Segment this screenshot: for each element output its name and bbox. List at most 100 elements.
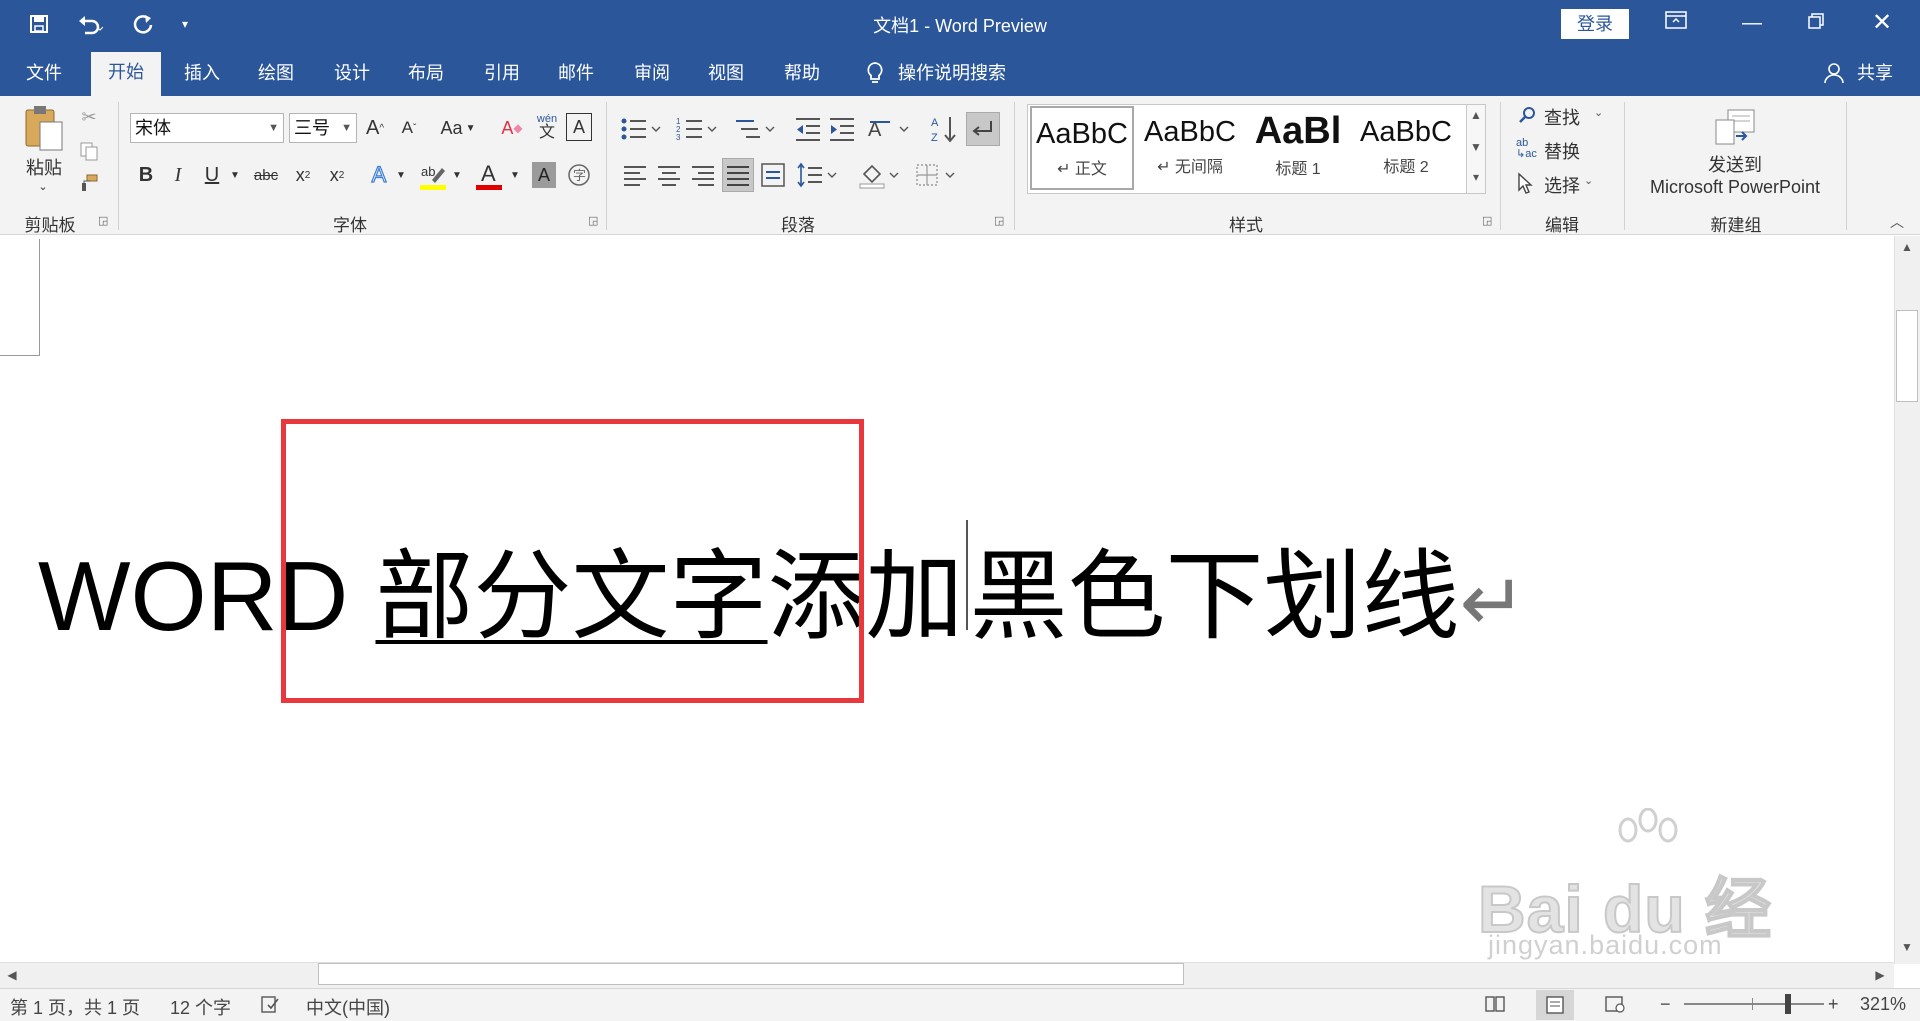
paste-dropdown-icon[interactable]: ⌄: [28, 178, 58, 194]
scroll-down-icon[interactable]: ▼: [1894, 940, 1920, 954]
page-count[interactable]: 第 1 页，共 1 页: [10, 994, 140, 1020]
align-left-icon[interactable]: [622, 160, 648, 190]
format-painter-icon[interactable]: [76, 170, 102, 196]
style-normal[interactable]: AaBbC ↵ 正文: [1030, 106, 1134, 190]
align-right-icon[interactable]: [690, 160, 716, 190]
chevron-down-icon[interactable]: ▼: [228, 160, 242, 190]
multilevel-list-icon[interactable]: [732, 114, 778, 144]
text-effects-icon[interactable]: A: [366, 160, 392, 190]
increase-indent-icon[interactable]: [828, 114, 856, 144]
tab-mailings[interactable]: 邮件: [546, 58, 606, 88]
asian-layout-icon[interactable]: A: [868, 114, 914, 144]
replace-button[interactable]: 替换: [1544, 138, 1580, 164]
scroll-right-icon[interactable]: ▶: [1870, 968, 1890, 982]
underline-icon[interactable]: U: [200, 160, 224, 190]
style-heading-1[interactable]: AaBl 标题 1: [1246, 106, 1350, 190]
phonetic-guide-icon[interactable]: wén 文: [532, 112, 562, 146]
character-border-icon[interactable]: A: [566, 113, 592, 141]
language-indicator[interactable]: 中文(中国): [306, 994, 390, 1020]
tab-home[interactable]: 开始: [91, 52, 161, 96]
styles-launcher-icon[interactable]: ◲: [1482, 214, 1492, 227]
cut-icon[interactable]: ✂: [76, 104, 102, 130]
horizontal-scroll-thumb[interactable]: [318, 963, 1184, 985]
collapse-ribbon-icon[interactable]: ︿: [1890, 212, 1904, 232]
tab-layout[interactable]: 布局: [396, 58, 456, 88]
zoom-level[interactable]: 321%: [1860, 994, 1906, 1015]
line-spacing-icon[interactable]: [796, 160, 842, 190]
restore-icon[interactable]: [1786, 6, 1846, 40]
paragraph-launcher-icon[interactable]: ◲: [994, 214, 1004, 227]
change-case-button[interactable]: Aa ▼: [434, 113, 482, 143]
styles-down-icon[interactable]: ▼: [1466, 140, 1486, 154]
tab-file[interactable]: 文件: [14, 58, 74, 88]
font-launcher-icon[interactable]: ◲: [588, 214, 598, 227]
tab-design[interactable]: 设计: [322, 58, 382, 88]
zoom-slider-thumb[interactable]: [1785, 994, 1791, 1014]
strikethrough-icon[interactable]: abc: [250, 160, 282, 190]
align-center-icon[interactable]: [656, 160, 682, 190]
zoom-slider-track[interactable]: [1684, 1003, 1824, 1005]
clear-formatting-icon[interactable]: A ◆: [498, 113, 526, 143]
distributed-icon[interactable]: [760, 160, 786, 190]
bold-icon[interactable]: B: [134, 160, 158, 190]
show-formatting-marks-icon[interactable]: [966, 112, 1000, 146]
share-button[interactable]: 共享: [1850, 58, 1900, 88]
italic-icon[interactable]: I: [166, 160, 190, 190]
zoom-out-button[interactable]: −: [1660, 994, 1671, 1015]
paste-icon[interactable]: [22, 104, 68, 154]
scroll-up-icon[interactable]: ▲: [1894, 240, 1920, 254]
tab-review[interactable]: 审阅: [622, 58, 682, 88]
ribbon-display-icon[interactable]: [1646, 6, 1706, 40]
bullets-icon[interactable]: [620, 114, 664, 144]
sort-icon[interactable]: AZ: [930, 114, 958, 144]
read-mode-icon[interactable]: [1484, 994, 1508, 1019]
chevron-down-icon[interactable]: ▼: [450, 160, 464, 190]
borders-icon[interactable]: [914, 160, 960, 190]
login-button[interactable]: 登录: [1561, 9, 1629, 39]
styles-up-icon[interactable]: ▲: [1466, 108, 1486, 122]
copy-icon[interactable]: [76, 138, 102, 164]
send-to-powerpoint-icon[interactable]: [1712, 106, 1760, 150]
styles-more-icon[interactable]: ▾: [1466, 170, 1486, 184]
tab-help[interactable]: 帮助: [772, 58, 832, 88]
character-shading-icon[interactable]: A: [532, 162, 556, 188]
enclose-characters-icon[interactable]: 字: [566, 160, 592, 190]
tab-view[interactable]: 视图: [696, 58, 756, 88]
tab-draw[interactable]: 绘图: [246, 58, 306, 88]
vertical-scroll-thumb[interactable]: [1896, 310, 1918, 402]
find-button[interactable]: 查找: [1544, 104, 1580, 130]
select-button[interactable]: 选择: [1544, 172, 1580, 198]
user-icon[interactable]: [1820, 58, 1848, 88]
chevron-down-icon[interactable]: ▼: [508, 160, 522, 190]
close-icon[interactable]: ✕: [1852, 6, 1912, 40]
scroll-left-icon[interactable]: ◀: [2, 968, 22, 982]
grow-font-icon[interactable]: A ^: [362, 113, 388, 143]
chevron-down-icon[interactable]: ⌄: [1584, 174, 1593, 187]
proofing-icon[interactable]: [260, 994, 282, 1019]
style-heading-2[interactable]: AaBbC 标题 2: [1354, 106, 1458, 190]
tell-me-search[interactable]: 操作说明搜索: [898, 58, 1018, 88]
minimize-icon[interactable]: —: [1722, 6, 1782, 40]
style-no-spacing[interactable]: AaBbC ↵ 无间隔: [1138, 106, 1242, 190]
decrease-indent-icon[interactable]: [794, 114, 822, 144]
font-name-combo[interactable]: 宋体 ▼: [130, 113, 284, 143]
chevron-down-icon[interactable]: ▼: [394, 160, 408, 190]
font-size-combo[interactable]: 三号 ▼: [289, 113, 357, 143]
shading-icon[interactable]: [858, 160, 904, 190]
numbering-icon[interactable]: 123: [676, 114, 720, 144]
superscript-icon[interactable]: x2: [324, 160, 350, 190]
web-layout-icon[interactable]: [1604, 994, 1628, 1019]
justify-icon[interactable]: [722, 158, 754, 192]
font-color-icon[interactable]: A: [474, 160, 504, 192]
word-count[interactable]: 12 个字: [170, 994, 231, 1020]
chevron-down-icon[interactable]: ⌄: [1594, 106, 1603, 119]
tab-references[interactable]: 引用: [472, 58, 532, 88]
tab-insert[interactable]: 插入: [172, 58, 232, 88]
send-to-powerpoint-button[interactable]: 发送到 Microsoft PowerPoint: [1640, 154, 1830, 198]
print-layout-icon[interactable]: [1536, 990, 1574, 1020]
highlight-icon[interactable]: ab: [418, 160, 448, 192]
shrink-font-icon[interactable]: Aˇ: [396, 113, 422, 143]
clipboard-launcher-icon[interactable]: ◲: [98, 214, 108, 227]
paste-button[interactable]: 粘贴: [14, 155, 74, 179]
zoom-in-button[interactable]: +: [1828, 994, 1839, 1015]
